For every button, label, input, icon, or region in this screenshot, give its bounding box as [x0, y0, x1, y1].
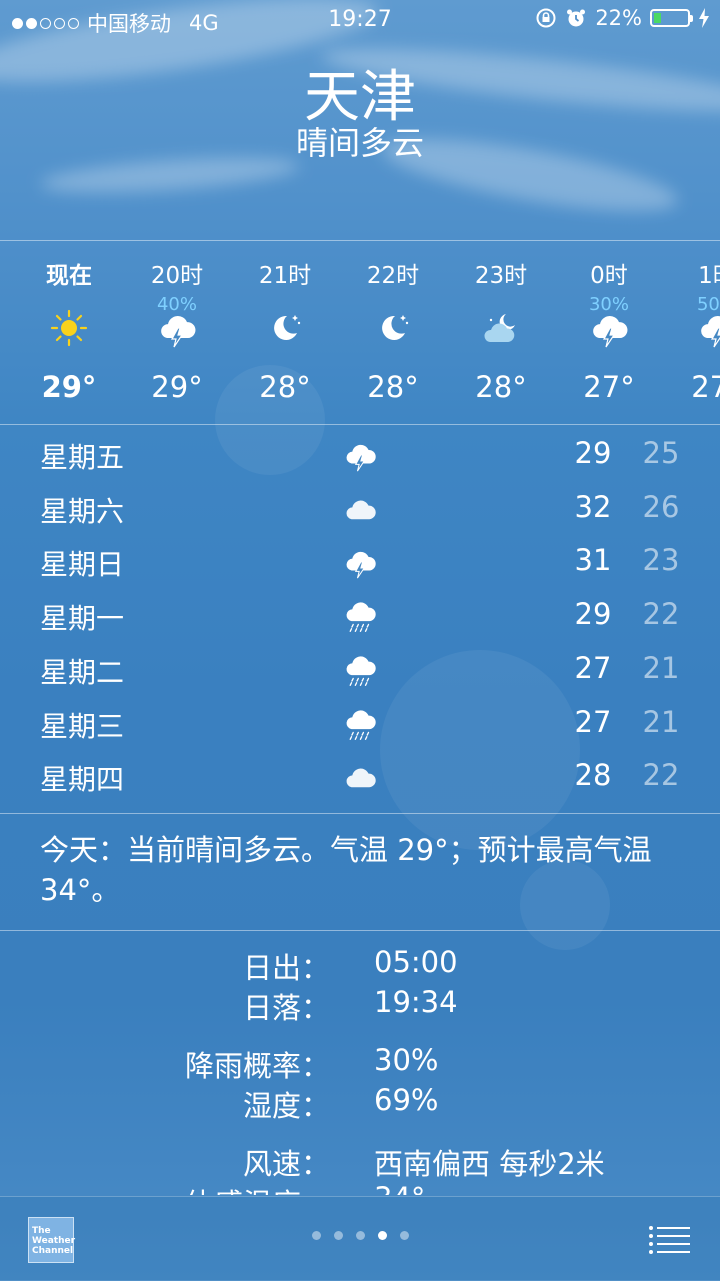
day-name: 星期六: [40, 494, 125, 528]
detail-value: 34°: [374, 1181, 425, 1195]
hour-temperature: 29°: [151, 370, 203, 404]
battery-percent: 22%: [595, 6, 642, 30]
divider: [0, 240, 720, 241]
status-bar: 中国移动 4G 19:27 22%: [0, 0, 720, 40]
detail-row: 日落： 19:34: [0, 985, 720, 1025]
day-name: 星期一: [40, 602, 125, 636]
hourly-forecast[interactable]: 现在 29° 20时 40% 29° 21时 28° 22时 28° 23时 28° 0时 30% 27°…: [0, 242, 720, 424]
cloud-icon: [341, 760, 379, 794]
high-temperature: 29: [574, 597, 612, 632]
page-dot[interactable]: [311, 1231, 321, 1240]
battery-icon: [650, 9, 693, 27]
today-summary: 今天：当前晴间多云。气温 29°；预计最高气温 34°。: [40, 833, 652, 907]
detail-value: 19:34: [374, 985, 458, 1019]
hour-temperature: 29°: [41, 370, 97, 404]
rain-cloud-icon: [341, 653, 379, 687]
thunderstorm-icon: [157, 308, 197, 348]
daily-row: 星期五 29 25: [0, 426, 720, 480]
day-name: 星期三: [40, 709, 125, 743]
hour-label: 22时: [366, 263, 420, 289]
moon-stars-icon: [373, 308, 413, 348]
page-dot[interactable]: [333, 1231, 343, 1240]
hour-temperature: 27°: [583, 370, 635, 404]
daily-row: 星期三 27 21: [0, 695, 720, 749]
thunderstorm-icon: [589, 308, 629, 348]
high-temperature: 27: [574, 704, 612, 739]
day-name: 星期二: [40, 655, 125, 689]
rain-cloud-icon: [341, 599, 379, 633]
detail-row: 日出： 05:00: [0, 945, 720, 985]
hour-label: 20时: [150, 263, 204, 289]
hour-label: 现在: [46, 263, 92, 289]
detail-value: 30%: [374, 1043, 439, 1077]
detail-row: 湿度： 69%: [0, 1083, 720, 1123]
detail-label: 日落：: [242, 991, 330, 1025]
page-dot[interactable]: [355, 1231, 365, 1240]
hour-label: 1时: [698, 263, 720, 289]
low-temperature: 22: [642, 597, 680, 632]
alarm-clock-icon: [567, 9, 586, 27]
detail-row: 风速： 西南偏西 每秒2米: [0, 1141, 720, 1181]
day-name: 星期日: [40, 548, 125, 582]
daily-row: 星期一 29 22: [0, 587, 720, 641]
partly-cloudy-night-icon: [481, 308, 521, 348]
low-temperature: 21: [642, 704, 680, 739]
day-name: 星期四: [40, 763, 125, 797]
detail-label: 降雨概率：: [184, 1049, 330, 1083]
charging-bolt-icon: [699, 8, 709, 28]
thunderstorm-icon: [341, 545, 379, 579]
sun-icon: [49, 308, 89, 348]
low-temperature: 23: [642, 543, 680, 578]
cloud-icon: [341, 492, 379, 526]
rotation-lock-icon: [536, 8, 556, 28]
detail-row: 降雨概率： 30%: [0, 1043, 720, 1083]
detail-label: 湿度：: [242, 1089, 330, 1123]
weather-channel-logo[interactable]: The Weather Channel: [28, 1217, 75, 1263]
low-temperature: 22: [642, 758, 680, 793]
high-temperature: 31: [574, 543, 612, 578]
bottom-toolbar: The Weather Channel: [0, 1196, 720, 1281]
hour-temperature: 28°: [259, 370, 311, 404]
day-name: 星期五: [40, 441, 125, 474]
detail-label: 体感温度：: [185, 1181, 330, 1195]
high-temperature: 27: [574, 650, 612, 685]
hour-temperature: 28°: [475, 370, 527, 404]
daily-row: 星期二 27 21: [0, 641, 720, 695]
high-temperature: 28: [574, 758, 612, 793]
detail-value: 69%: [374, 1083, 439, 1117]
daily-row: 星期六 32 26: [0, 480, 720, 534]
moon-stars-icon: [265, 308, 305, 348]
detail-value: 05:00: [374, 945, 458, 979]
detail-label: 日出：: [242, 951, 330, 985]
page-dot[interactable]: [377, 1231, 387, 1240]
hour-label: 0时: [590, 263, 628, 289]
detail-row: 体感温度： 34°: [0, 1181, 720, 1195]
hour-temperature: 27°: [691, 370, 720, 404]
current-condition: 晴间多云: [295, 124, 424, 162]
hour-label: 21时: [258, 263, 312, 289]
detail-value: 西南偏西 每秒2米: [374, 1147, 605, 1181]
thunderstorm-icon: [697, 308, 720, 348]
low-temperature: 21: [642, 650, 680, 685]
divider: [0, 424, 720, 425]
hour-label: 23时: [474, 263, 528, 289]
divider: [0, 930, 720, 931]
hour-temperature: 28°: [367, 370, 419, 404]
high-temperature: 32: [574, 489, 612, 524]
low-temperature: 26: [642, 489, 680, 524]
detail-label: 风速：: [242, 1147, 330, 1181]
divider: [0, 813, 720, 814]
low-temperature: 25: [642, 436, 680, 470]
rain-cloud-icon: [341, 707, 379, 741]
page-dot[interactable]: [399, 1231, 409, 1240]
weather-details: 日出： 05:00 日落： 19:34 降雨概率： 30% 湿度： 69% 风速： 西南偏西 每秒…: [0, 945, 720, 1195]
daily-row: 星期日 31 23: [0, 533, 720, 587]
list-icon[interactable]: [648, 1225, 690, 1255]
page-indicator[interactable]: [0, 1231, 720, 1240]
high-temperature: 29: [574, 436, 612, 470]
daily-row: 星期四 28 22: [0, 748, 720, 802]
thunderstorm-icon: [341, 438, 379, 472]
